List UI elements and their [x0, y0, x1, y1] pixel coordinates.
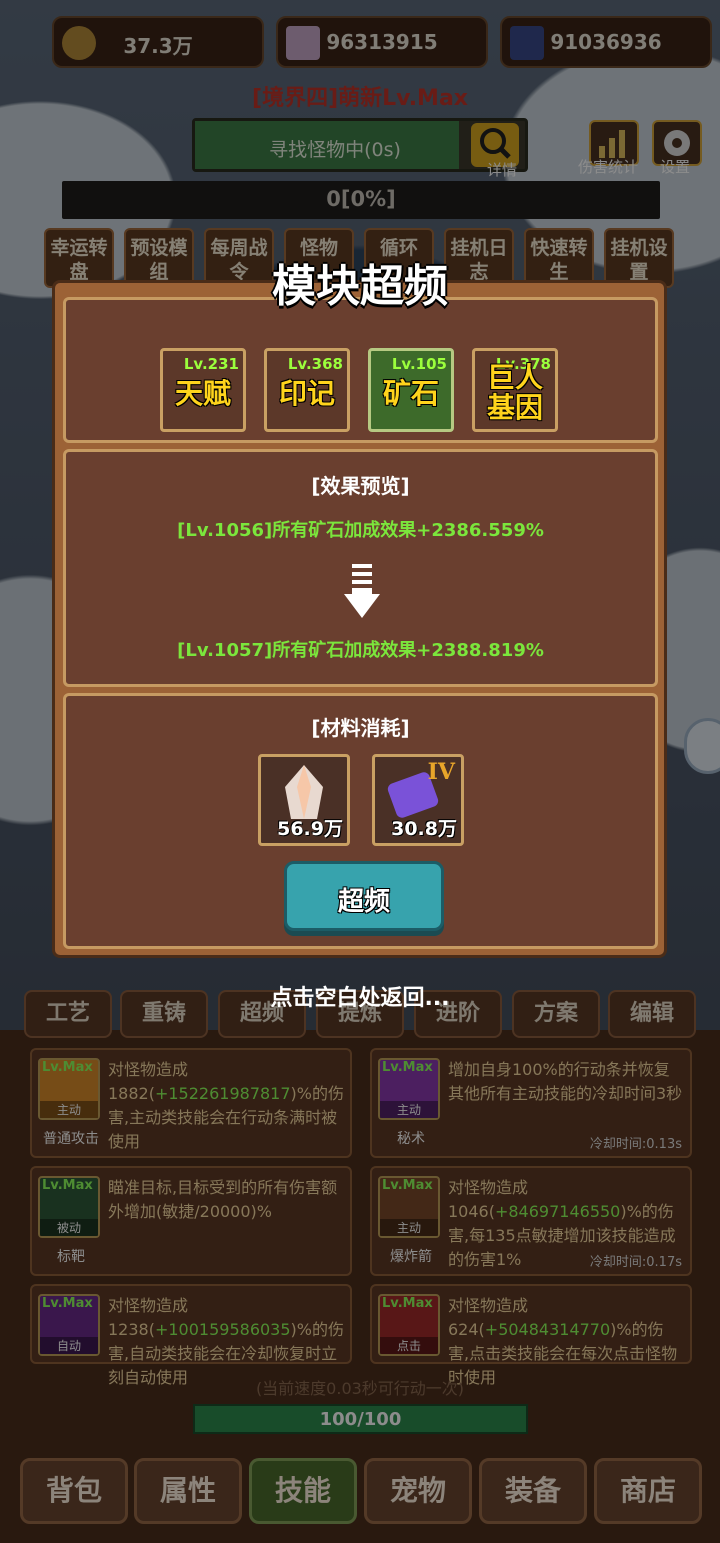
arrow-down-icon — [344, 564, 380, 618]
material-panel: [材料消耗] 56.9万 IV 30.8万 超频 — [63, 693, 658, 949]
effect-before: [Lv.1056]所有矿石加成效果+2386.559% — [177, 520, 544, 541]
tap-blank-to-return: 点击空白处返回... — [270, 986, 450, 1011]
category-panel: Lv.231 天赋 Lv.368 印记 Lv.105 矿石 Lv.378 巨人基因 — [63, 297, 658, 443]
effect-preview-title: [效果预览] — [311, 474, 410, 498]
category-mark[interactable]: Lv.368 印记 — [264, 348, 350, 432]
material-title: [材料消耗] — [311, 716, 410, 740]
tier-label: IV — [427, 759, 455, 785]
overclock-modal: Lv.231 天赋 Lv.368 印记 Lv.105 矿石 Lv.378 巨人基因 [效… — [52, 280, 667, 958]
effect-preview-panel: [效果预览] [Lv.1056]所有矿石加成效果+2386.559% [Lv.1… — [63, 449, 658, 687]
modal-title: 模块超频 — [272, 261, 448, 312]
category-talent[interactable]: Lv.231 天赋 — [160, 348, 246, 432]
category-giant-gene[interactable]: Lv.378 巨人基因 — [472, 348, 558, 432]
material-scroll: IV 30.8万 — [372, 754, 464, 846]
category-ore[interactable]: Lv.105 矿石 — [368, 348, 454, 432]
effect-after: [Lv.1057]所有矿石加成效果+2388.819% — [177, 640, 544, 661]
overclock-button[interactable]: 超频 — [284, 861, 444, 931]
material-crystal: 56.9万 — [258, 754, 350, 846]
